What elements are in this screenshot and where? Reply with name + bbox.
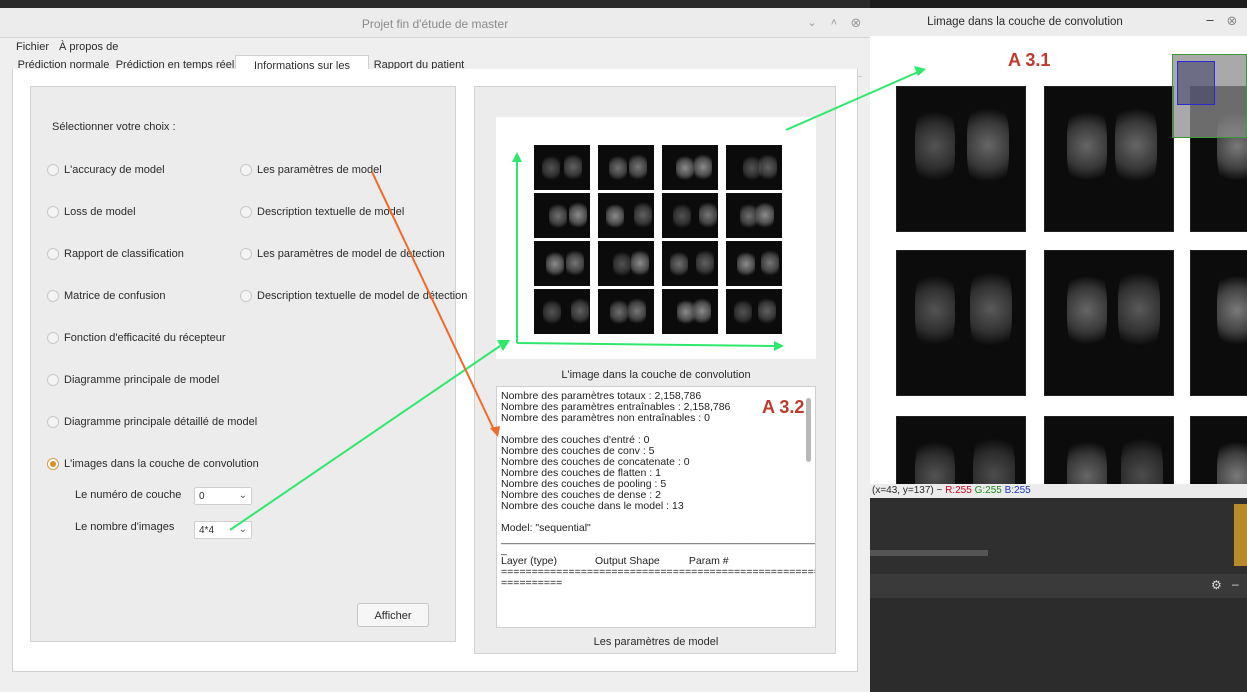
option-accuracy-label: L'accuracy de model	[64, 164, 165, 176]
conv-feature-thumbnail	[726, 241, 782, 286]
conv-feature-thumbnail	[534, 289, 590, 334]
conv-feature-thumbnail	[534, 241, 590, 286]
pixel-coords: (x=43, y=137) ~	[872, 485, 943, 496]
option-loss-label: Loss de model	[64, 206, 136, 218]
viewer-status-bar: (x=43, y=137) ~ R:255 G:255 B:255	[870, 484, 1247, 498]
layer-number-label: Le numéro de couche	[75, 489, 182, 501]
minimize-icon[interactable]: ⌄	[806, 17, 818, 29]
convolution-image-grid	[496, 117, 816, 359]
radio-fonction-efficacite[interactable]	[47, 332, 59, 344]
viewer-feature-map	[1044, 416, 1174, 484]
option-description-textuelle-label: Description textuelle de model	[257, 206, 405, 218]
conv-feature-thumbnail	[598, 193, 654, 238]
viewer-minimize-icon[interactable]: –	[1204, 13, 1216, 26]
image-caption: L'image dans la couche de convolution	[561, 369, 751, 381]
image-count-select[interactable]: 4*4 ⌄	[194, 521, 252, 539]
gear-icon[interactable]: ⚙	[1211, 578, 1222, 592]
display-button[interactable]: Afficher	[357, 603, 429, 627]
background-bar: ⚙ –	[870, 574, 1247, 598]
option-description-detection-label: Description textuelle de model de détect…	[257, 290, 468, 302]
conv-feature-thumbnail	[726, 145, 782, 190]
summary-scrollbar[interactable]	[806, 398, 811, 462]
radio-accuracy[interactable]	[47, 164, 59, 176]
conv-feature-thumbnail	[598, 289, 654, 334]
viewer-feature-map	[1044, 250, 1174, 396]
radio-description-detection[interactable]	[240, 290, 252, 302]
model-summary-textarea[interactable]: Nombre des paramètres totaux : 2,158,786…	[496, 386, 816, 628]
chevron-down-icon: ⌄	[238, 490, 247, 501]
option-fonction-efficacite-label: Fonction d'efficacité du récepteur	[64, 332, 226, 344]
conv-feature-thumbnail	[598, 145, 654, 190]
option-rapport-classification-label: Rapport de classification	[64, 248, 184, 260]
maximize-icon[interactable]: ˄	[828, 17, 840, 29]
conv-feature-thumbnail	[726, 193, 782, 238]
conv-feature-thumbnail	[534, 145, 590, 190]
viewer-title-bar: Limage dans la couche de convolution – ⊗	[870, 8, 1247, 36]
chevron-down-icon: ⌄	[238, 524, 247, 535]
viewer-close-icon[interactable]: ⊗	[1226, 14, 1238, 27]
background-area	[870, 498, 1247, 574]
radio-rapport-classification[interactable]	[47, 248, 59, 260]
image-count-label: Le nombre d'images	[75, 521, 175, 533]
radio-diagramme-detaille[interactable]	[47, 416, 59, 428]
image-count-value: 4*4	[199, 525, 215, 536]
option-parametres-model-label: Les paramètres de model	[257, 164, 382, 176]
conv-feature-thumbnail	[662, 145, 718, 190]
radio-loss[interactable]	[47, 206, 59, 218]
annotation-a32: A 3.2	[762, 397, 805, 417]
conv-feature-thumbnail	[662, 289, 718, 334]
top-panel-strip	[0, 0, 870, 8]
option-images-convolution-label: L'images dans la couche de convolution	[64, 458, 259, 470]
viewer-window: Limage dans la couche de convolution – ⊗…	[870, 8, 1247, 692]
text-caption: Les paramètres de model	[593, 636, 719, 648]
layer-number-select[interactable]: 0 ⌄	[194, 487, 252, 505]
choice-prompt: Sélectionner votre choix :	[52, 121, 176, 133]
viewer-canvas[interactable]	[870, 36, 1247, 484]
radio-parametres-model[interactable]	[240, 164, 252, 176]
conv-feature-thumbnail	[726, 289, 782, 334]
radio-description-textuelle[interactable]	[240, 206, 252, 218]
dash-icon[interactable]: –	[1232, 577, 1239, 591]
menu-bar: Fichier À propos de	[0, 38, 870, 56]
viewer-feature-map	[1190, 250, 1247, 396]
viewer-feature-map	[1190, 416, 1247, 484]
radio-images-convolution[interactable]	[47, 458, 59, 470]
viewer-feature-map	[896, 416, 1026, 484]
menu-a-propos[interactable]: À propos de	[59, 41, 118, 53]
radio-matrice-confusion[interactable]	[47, 290, 59, 302]
viewer-feature-map	[896, 86, 1026, 232]
conv-feature-thumbnail	[662, 241, 718, 286]
conv-feature-thumbnail	[598, 241, 654, 286]
pixel-b: B:255	[1004, 485, 1031, 496]
menu-fichier[interactable]: Fichier	[16, 41, 49, 53]
option-diagramme-detaille-label: Diagramme principale détaillé de model	[64, 416, 258, 428]
option-diagramme-principale-label: Diagramme principale de model	[64, 374, 220, 386]
zoom-selection-box[interactable]	[1172, 54, 1247, 138]
radio-diagramme-principale[interactable]	[47, 374, 59, 386]
title-bar: Projet fin d'étude de master ⌄ ˄ ⊗	[0, 8, 870, 38]
close-icon[interactable]: ⊗	[850, 16, 862, 29]
annotation-a31: A 3.1	[1008, 50, 1051, 70]
pixel-r: R:255	[945, 485, 972, 496]
option-matrice-confusion-label: Matrice de confusion	[64, 290, 166, 302]
conv-feature-thumbnail	[534, 193, 590, 238]
pixel-g: G:255	[974, 485, 1002, 496]
radio-parametres-detection[interactable]	[240, 248, 252, 260]
background-area-lower	[870, 598, 1247, 692]
model-summary-text: Nombre des paramètres totaux : 2,158,786…	[501, 390, 816, 589]
window-title: Projet fin d'étude de master	[361, 17, 509, 31]
layer-number-value: 0	[199, 491, 205, 502]
viewer-feature-map	[1044, 86, 1174, 232]
conv-feature-thumbnail	[662, 193, 718, 238]
option-parametres-detection-label: Les paramètres de model de detection	[257, 248, 445, 260]
viewer-title: Limage dans la couche de convolution	[927, 16, 1123, 28]
viewer-feature-map	[896, 250, 1026, 396]
zoom-selection-inner	[1177, 61, 1215, 105]
